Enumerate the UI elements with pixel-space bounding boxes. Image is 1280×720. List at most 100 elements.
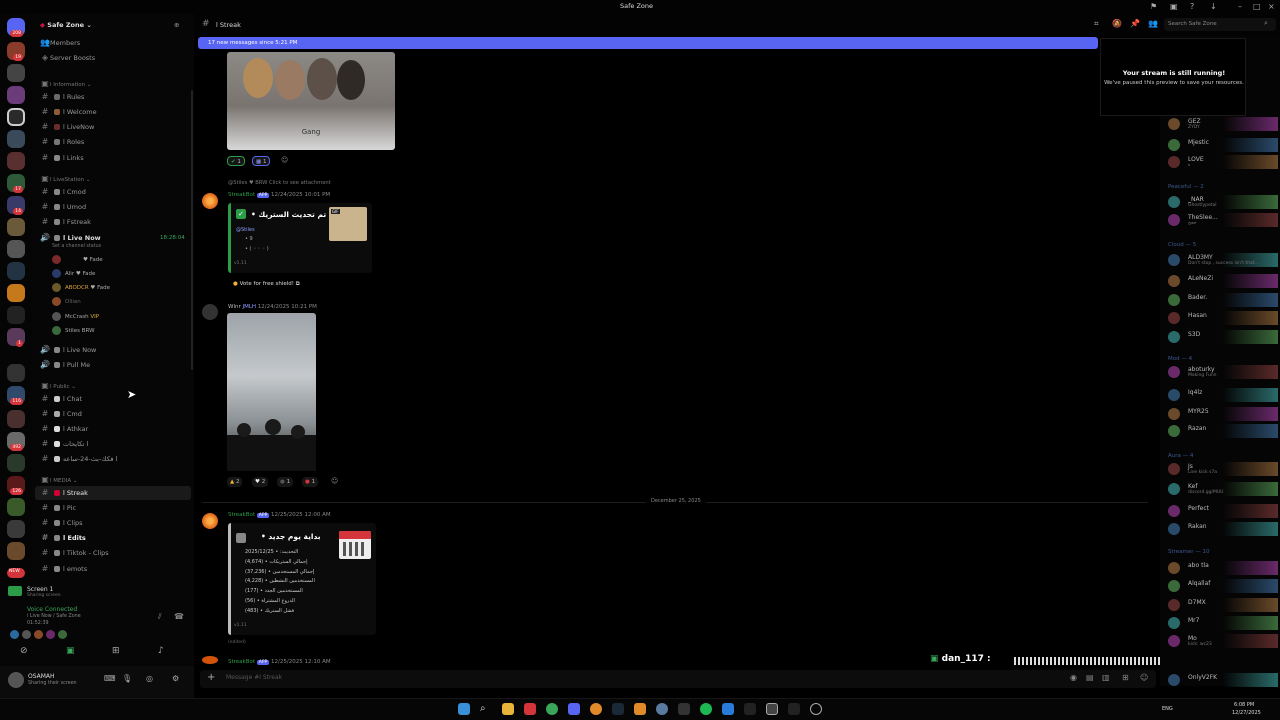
message-input[interactable]: + Message #ا Streak ◉ ▤ ▥ ⊞ ☺ [200, 670, 1156, 688]
app-icon[interactable] [722, 703, 734, 715]
microphone-icon[interactable]: 🎙 [122, 674, 132, 683]
discord-icon[interactable] [568, 703, 580, 715]
server-icon[interactable] [7, 364, 25, 382]
channel-welcome[interactable]: # ا Welcome [32, 105, 194, 119]
server-icon[interactable]: 126 [7, 476, 25, 495]
voice-channel-path[interactable]: ا Live Now / Safe Zone [27, 614, 81, 619]
search-icon[interactable]: ⌕ [480, 703, 492, 715]
server-icon[interactable] [7, 498, 25, 516]
reaction-heart[interactable]: ♥ 2 [252, 477, 269, 487]
member-item[interactable]: TheSlee... خخخ [1168, 213, 1278, 227]
member-list-icon[interactable]: 👥 [1148, 19, 1158, 28]
app-icon[interactable] [788, 703, 800, 715]
channel-edits[interactable]: # ا Edits [32, 531, 194, 545]
streakbot-avatar[interactable] [202, 513, 218, 529]
calendar-thumbnail[interactable] [339, 531, 371, 559]
channel-livenow[interactable]: # ا LiveNow [32, 120, 194, 134]
clock-time[interactable]: 6:08 PM [1234, 702, 1254, 708]
channel-status-hint[interactable]: Set a channel status [52, 241, 101, 253]
embed-mention[interactable]: @Stiles [236, 227, 255, 233]
new-badge[interactable]: NEW [7, 568, 25, 578]
channel-cmod[interactable]: # ا Cmod [32, 185, 194, 199]
channel-arabic-1[interactable]: # ا تكايحات [32, 437, 194, 451]
apps-icon[interactable]: ⊞ [1122, 673, 1129, 682]
user-avatar[interactable] [8, 672, 24, 688]
server-icon[interactable] [7, 520, 25, 538]
sidebar-scrollbar[interactable] [191, 90, 193, 370]
streakbot-avatar[interactable] [202, 656, 218, 664]
server-boosts-link[interactable]: ◈ Server Boosts [32, 51, 194, 65]
reaction-check[interactable]: ✔ 1 [227, 156, 245, 166]
category-livestation[interactable]: ▣ا LiveStation ⌄ [32, 172, 194, 186]
server-icon[interactable] [7, 542, 25, 560]
soundboard-icon[interactable]: ♪ [158, 646, 164, 656]
server-icon[interactable] [7, 410, 25, 428]
voice-user[interactable]: Alir ♥ Fade [52, 268, 95, 280]
threads-icon[interactable]: ⌗ [1094, 19, 1099, 29]
server-icon[interactable] [7, 130, 25, 148]
channel-fstreak[interactable]: # ا Fstreak [32, 215, 194, 229]
settings-gear-icon[interactable]: ⚙ [172, 674, 179, 683]
member-item[interactable]: OnlyV2FK [1168, 673, 1278, 687]
server-icon[interactable] [7, 262, 25, 280]
server-icon[interactable] [7, 240, 25, 258]
member-item[interactable]: LOVE ه [1168, 155, 1278, 169]
member-item[interactable]: Mr7 [1168, 616, 1278, 630]
app-icon-active[interactable] [766, 703, 778, 715]
add-reaction-icon[interactable]: ☺ [281, 156, 288, 164]
pin-icon[interactable]: 📌 [1130, 19, 1140, 28]
spotify-icon[interactable] [700, 703, 712, 715]
vote-shield-button[interactable]: ● Vote for free shield! ⧉ [233, 281, 300, 288]
server-icon[interactable] [7, 64, 25, 82]
server-icon[interactable] [7, 152, 25, 170]
channel-streak-active[interactable]: # ا Streak [35, 486, 191, 500]
member-item[interactable]: Mo kick: wc23 [1168, 634, 1278, 648]
server-icon[interactable]: 1 [7, 328, 25, 347]
server-icon[interactable]: 17 [7, 174, 25, 193]
member-item[interactable]: Razan [1168, 424, 1278, 438]
gift-icon[interactable]: ◉ [1070, 673, 1077, 682]
member-item[interactable]: GEZ ZYDY [1168, 117, 1278, 131]
member-item[interactable]: Perfect [1168, 504, 1278, 518]
server-icon[interactable]: 492 [7, 432, 25, 451]
wlnr-avatar[interactable] [202, 304, 218, 320]
disconnect-icon[interactable]: ☎ [174, 612, 184, 621]
headphones-icon[interactable]: ◎ [146, 674, 153, 683]
streakbot-avatar[interactable] [202, 193, 218, 209]
cat-photo[interactable]: Gang [227, 52, 395, 150]
download-icon[interactable]: ↓ [1210, 2, 1217, 11]
channel-pic[interactable]: # ا Pic [32, 501, 194, 515]
sky-photo[interactable] [227, 313, 316, 471]
start-icon[interactable] [458, 703, 470, 715]
app-icon[interactable] [810, 703, 822, 715]
member-item[interactable]: Hasan [1168, 311, 1278, 325]
member-item[interactable]: MYR25 [1168, 407, 1278, 421]
channel-umod[interactable]: # ا Umod [32, 200, 194, 214]
add-reaction-icon[interactable]: ☺ [331, 477, 338, 485]
reply-preview[interactable]: @Stiles ♥ BRW Click to see attachment [228, 180, 331, 186]
voice-user[interactable]: ABODCR ♥ Fade [52, 282, 110, 294]
server-icon[interactable]: 14 [7, 196, 25, 215]
member-item[interactable]: aboturky Making Funn [1168, 365, 1278, 379]
channel-emots[interactable]: # ا emots [32, 562, 194, 576]
new-messages-bar[interactable]: 17 new messages since 5:21 PM [198, 37, 1098, 49]
channel-links[interactable]: # ا Links [32, 151, 194, 165]
member-item[interactable]: ALeNeZi [1168, 274, 1278, 288]
member-item[interactable]: abo tla [1168, 561, 1278, 575]
voice-channel-pull-me[interactable]: 🔊 ا Pull Me [32, 358, 194, 372]
close-icon[interactable]: × [1268, 2, 1275, 11]
member-item[interactable]: Bader. [1168, 293, 1278, 307]
channel-tiktok-clips[interactable]: # ا Tiktok - Clips [32, 546, 194, 560]
channel-arabic-2[interactable]: # ا فكك-بث-24-ساعه [32, 452, 194, 466]
emoji-icon[interactable]: ☺ [1140, 673, 1148, 682]
voice-user[interactable]: ♥ Fade [52, 254, 103, 266]
channel-clips[interactable]: # ا Clips [32, 516, 194, 530]
app-icon[interactable] [590, 703, 602, 715]
member-item[interactable]: ALD3MY Don't stop , success isn't that... [1168, 253, 1278, 267]
attach-plus-icon[interactable]: + [207, 672, 215, 683]
app-icon[interactable] [678, 703, 690, 715]
voice-user[interactable]: Stiles BRW [52, 325, 95, 337]
server-icon-dm[interactable]: 208 [7, 18, 25, 37]
server-icon[interactable] [7, 284, 25, 302]
server-icon[interactable] [7, 454, 25, 472]
